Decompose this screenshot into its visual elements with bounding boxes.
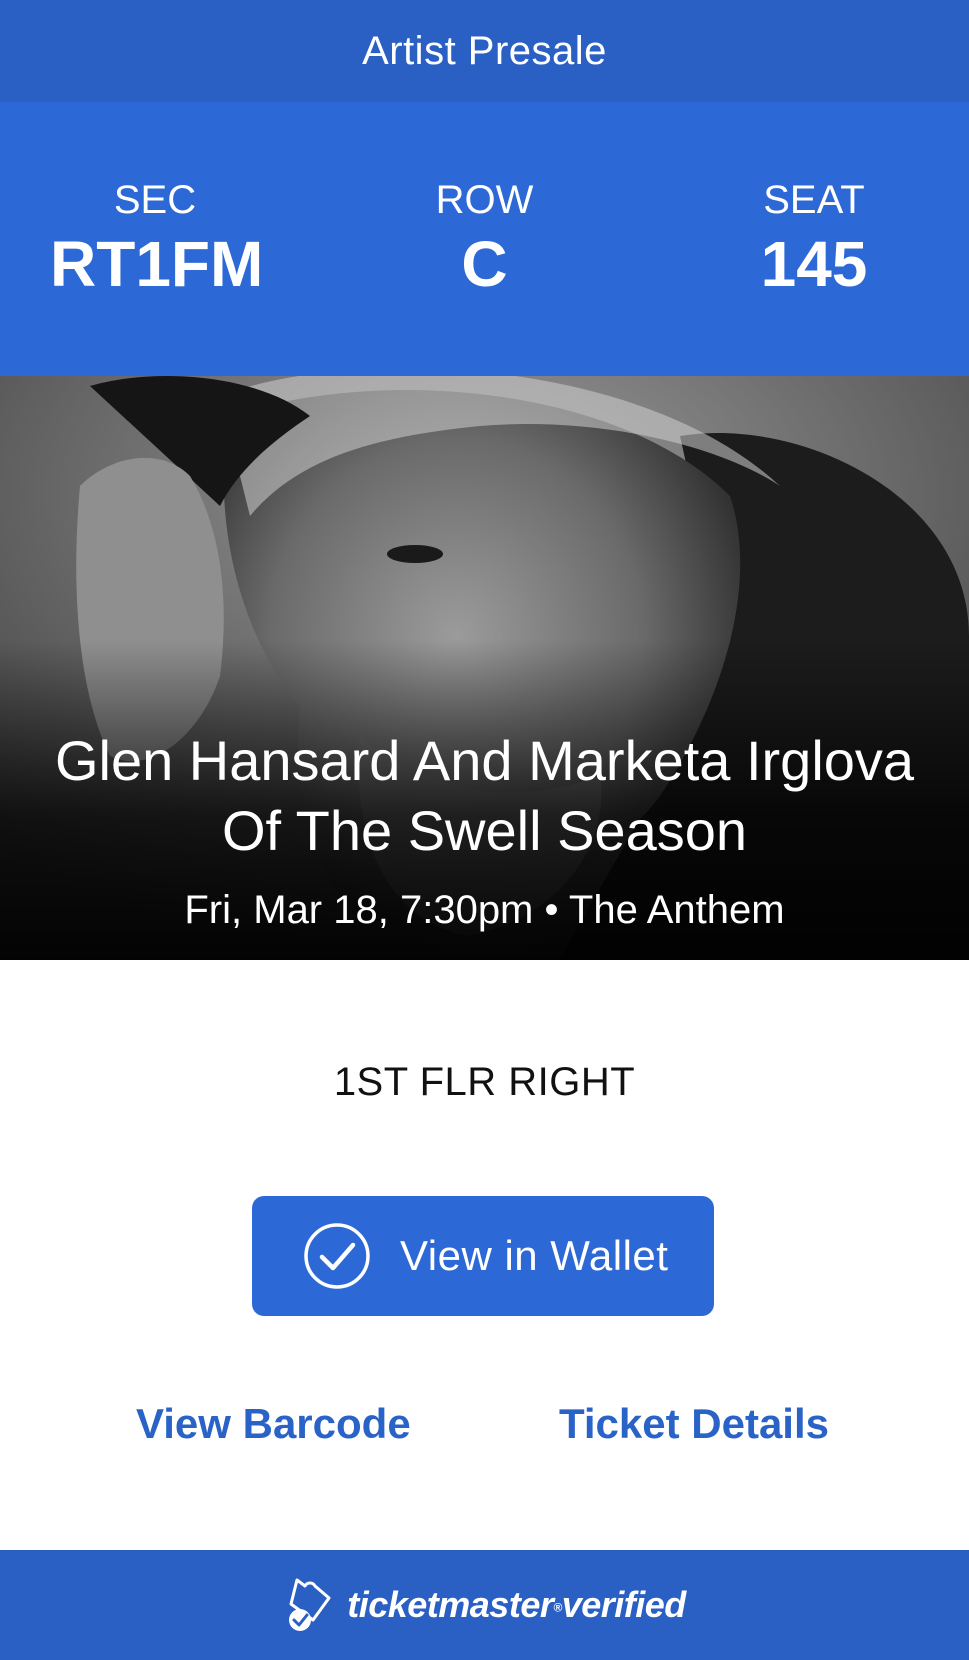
event-datetime: Fri, Mar 18, 7:30pm — [184, 888, 534, 932]
ticketmaster-verified-logo: ticketmaster®verified — [283, 1576, 686, 1634]
section-info: SEC RT1FM — [50, 102, 264, 300]
verified-footer: ticketmaster®verified — [0, 1550, 969, 1660]
section-value: RT1FM — [50, 228, 264, 300]
brand-wordmark: ticketmaster®verified — [347, 1584, 686, 1626]
ticket-check-icon — [289, 1578, 331, 1631]
event-title: Glen Hansard And Marketa Irglova Of The … — [54, 729, 915, 862]
event-info: Glen Hansard And Marketa Irglova Of The … — [0, 726, 969, 934]
event-hero-image: Glen Hansard And Marketa Irglova Of The … — [0, 376, 969, 960]
event-venue: The Anthem — [568, 888, 785, 932]
ticket-actions: View Barcode Ticket Details — [0, 1400, 969, 1448]
view-barcode-link[interactable]: View Barcode — [136, 1400, 411, 1448]
event-meta: Fri, Mar 18, 7:30pm • The Anthem — [0, 886, 969, 934]
seat-info: SEAT 145 — [709, 102, 919, 300]
row-label: ROW — [435, 178, 534, 222]
meta-separator: • — [544, 888, 559, 932]
check-circle-icon — [304, 1223, 370, 1289]
brand-reg: ® — [553, 1600, 562, 1615]
presale-header: Artist Presale — [0, 0, 969, 102]
wallet-button-label: View in Wallet — [400, 1232, 669, 1279]
brand-name: ticketmaster — [347, 1584, 554, 1625]
seat-info-band: SEC RT1FM ROW C SEAT 145 — [0, 102, 969, 376]
ticket-details-link[interactable]: Ticket Details — [559, 1400, 829, 1448]
section-label: SEC — [113, 178, 197, 222]
row-info: ROW C — [380, 102, 590, 300]
brand-suffix: verified — [561, 1584, 687, 1625]
view-in-wallet-button[interactable]: View in Wallet — [252, 1196, 714, 1316]
seat-label: SEAT — [763, 178, 865, 222]
seat-value: 145 — [760, 228, 868, 300]
row-value: C — [461, 228, 508, 300]
presale-title: Artist Presale — [362, 28, 607, 73]
seat-level-label: 1ST FLR RIGHT — [333, 1060, 636, 1104]
ticket-card: Artist Presale SEC RT1FM ROW C SEAT 145 — [0, 0, 969, 1660]
